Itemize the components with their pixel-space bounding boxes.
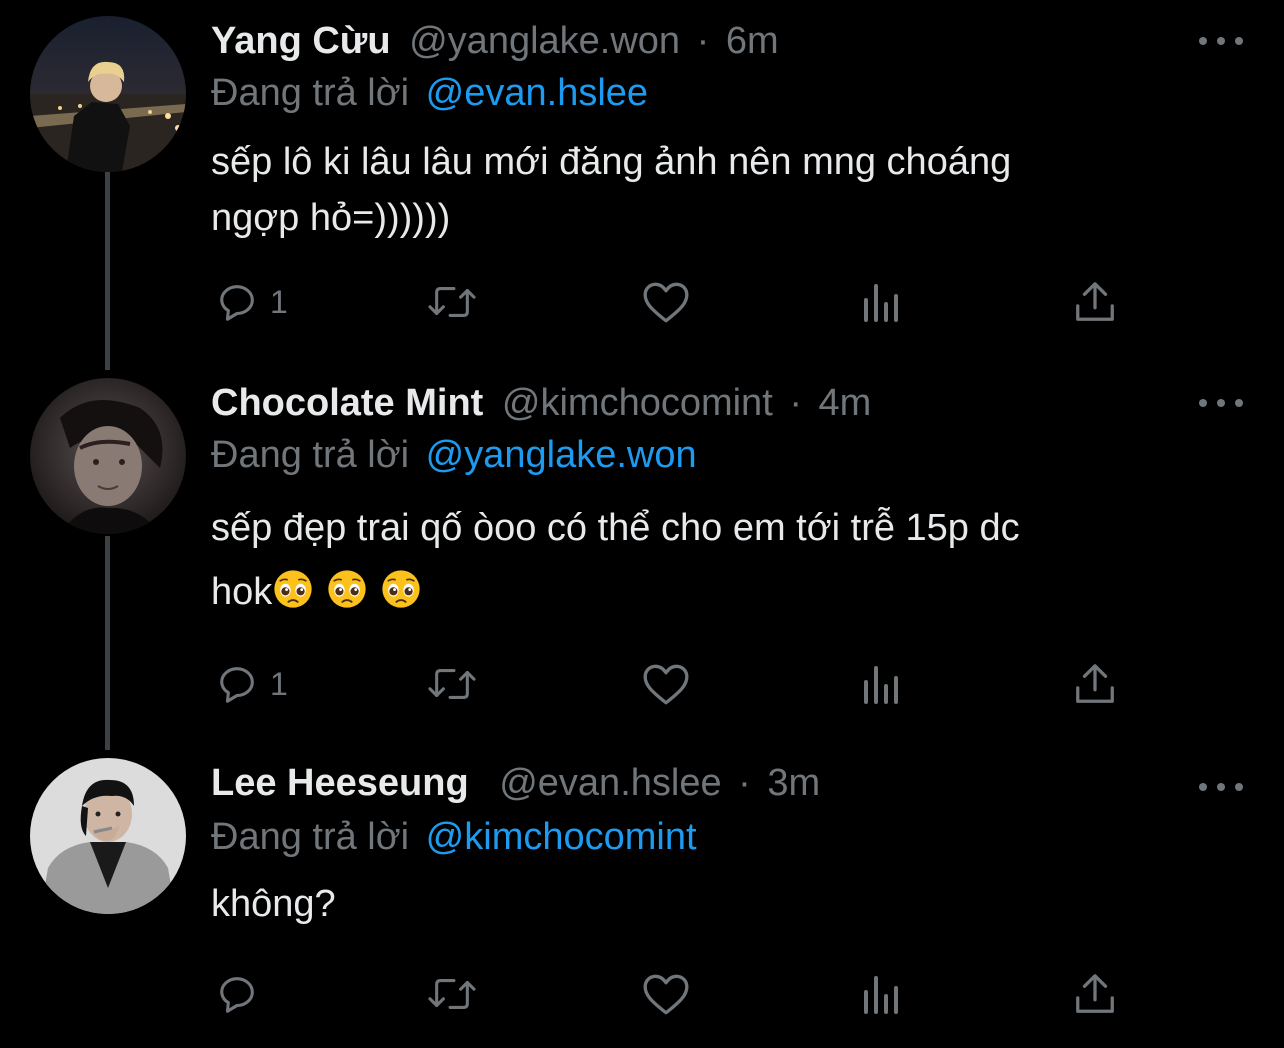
replying-to-label: Đang trả lời [211,434,410,476]
reply-icon [220,667,254,703]
like-icon [643,664,689,705]
pleading-face-emoji [382,570,420,608]
tweet-text-line: sếp đẹp trai qố òoo có thể cho em tới tr… [211,507,1020,549]
views-button[interactable] [860,964,904,1024]
tweet[interactable]: Chocolate Mint @kimchocomint · 4m Đang t… [0,378,1284,718]
like-icon [643,282,689,323]
retweet-icon [428,979,476,1009]
views-button[interactable] [860,272,904,332]
views-icon [864,976,898,1014]
tweet-text-line: ngợp hỏ=)))))) [211,197,451,239]
reply-button[interactable]: 1 [214,272,288,332]
display-name[interactable]: Lee Heeseung [211,762,469,804]
retweet-icon [428,287,476,317]
like-button[interactable] [641,654,691,714]
tweet-text-line: không? [211,883,336,925]
tweet-text: sếp lô ki lâu lâu mới đăng ảnh nên mng c… [211,134,1211,246]
user-handle[interactable]: @evan.hslee [499,762,721,804]
replying-to: Đang trả lời @yanglake.won [211,430,697,480]
more-options-icon[interactable] [1199,26,1243,56]
reply-icon [220,977,254,1013]
reply-mention-link[interactable]: @yanglake.won [426,434,697,476]
tweet-header: Lee Heeseung @evan.hslee · 3m [211,758,820,808]
timestamp[interactable]: 6m [726,20,779,62]
reply-mention-link[interactable]: @kimchocomint [426,816,697,858]
views-icon [864,666,898,704]
action-bar [0,964,1284,1024]
replying-to-label: Đang trả lời [211,816,410,858]
share-button[interactable] [1072,272,1118,332]
views-button[interactable] [860,654,904,714]
display-name[interactable]: Chocolate Mint [211,382,483,424]
pleading-face-emoji [328,570,366,608]
tweet-text: không? [211,876,1211,932]
display-name[interactable]: Yang Cừu [211,20,391,62]
avatar[interactable] [30,758,186,914]
reply-button[interactable]: 1 [214,654,288,714]
separator-dot: · [789,382,802,424]
pleading-face-emoji [274,570,312,608]
tweet[interactable]: Lee Heeseung @evan.hslee · 3m Đang trả l… [0,758,1284,1048]
timestamp[interactable]: 3m [767,762,820,804]
like-button[interactable] [641,272,691,332]
tweet-text-line-with-emoji: hok [211,560,1211,624]
retweet-icon [428,669,476,699]
replying-to-label: Đang trả lời [211,72,410,114]
replying-to: Đang trả lời @kimchocomint [211,812,697,862]
separator-dot: · [738,762,751,804]
share-button[interactable] [1072,964,1118,1024]
tweet-text: sếp đẹp trai qố òoo có thể cho em tới tr… [211,496,1211,624]
replying-to: Đang trả lời @evan.hslee [211,68,648,118]
tweet-header: Chocolate Mint @kimchocomint · 4m [211,378,871,428]
user-handle[interactable]: @yanglake.won [409,20,680,62]
reply-icon [220,285,254,321]
share-icon [1076,282,1114,321]
reply-count: 1 [270,665,288,702]
action-bar: 1 [0,272,1284,332]
more-options-icon[interactable] [1199,388,1243,418]
retweet-button[interactable] [424,272,480,332]
user-handle[interactable]: @kimchocomint [502,382,773,424]
avatar[interactable] [30,378,186,534]
tweet-header: Yang Cừu @yanglake.won · 6m [211,16,779,66]
share-button[interactable] [1072,654,1118,714]
avatar[interactable] [30,16,186,172]
retweet-button[interactable] [424,654,480,714]
reply-button[interactable] [214,964,270,1024]
timestamp[interactable]: 4m [819,382,872,424]
tweet-text-line: hok [211,571,273,613]
reply-mention-link[interactable]: @evan.hslee [426,72,648,114]
like-button[interactable] [641,964,691,1024]
retweet-button[interactable] [424,964,480,1024]
separator-dot: · [696,20,710,62]
share-icon [1076,664,1114,703]
action-bar: 1 [0,654,1284,714]
tweet-text-line: sếp lô ki lâu lâu mới đăng ảnh nên mng c… [211,141,1012,183]
more-options-icon[interactable] [1199,772,1243,802]
tweet[interactable]: Yang Cừu @yanglake.won · 6m Đang trả lời… [0,16,1284,356]
views-icon [864,284,898,322]
reply-count: 1 [270,283,288,320]
like-icon [643,974,689,1015]
share-icon [1076,974,1114,1013]
